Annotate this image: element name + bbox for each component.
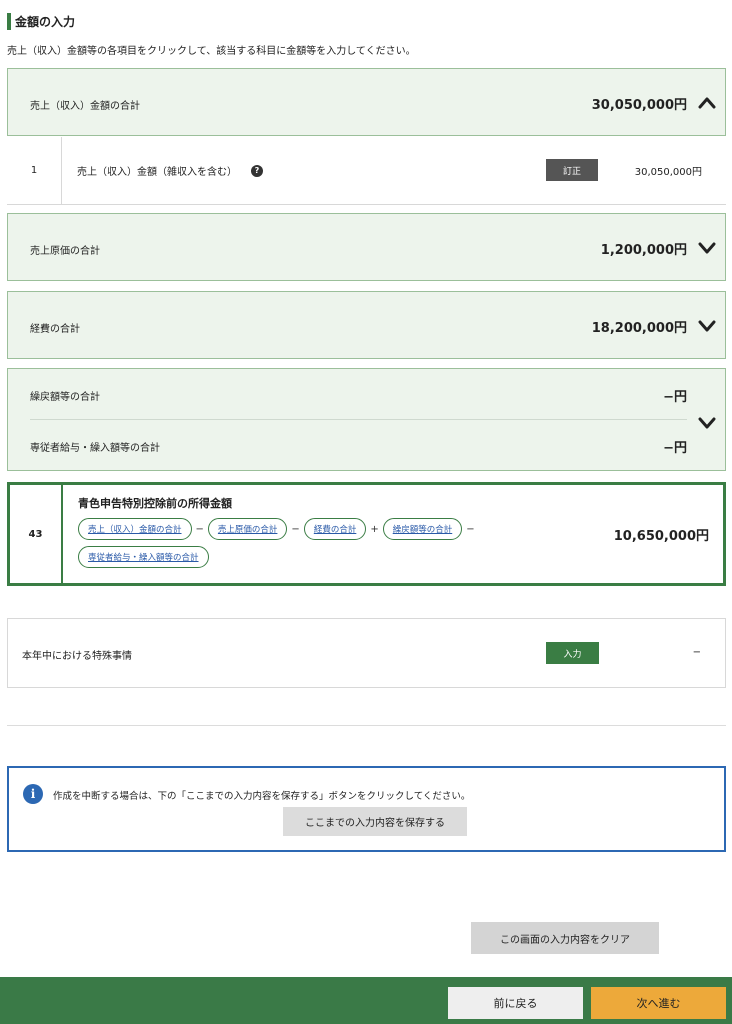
formula-link-sales-total[interactable]: 売上（収入）金額の合計 [78,518,192,540]
title-accent-bar [7,12,11,30]
formula-operator: − [466,523,475,535]
chevron-down-icon[interactable] [697,413,717,433]
section-title-text: 金額の入力 [15,14,76,29]
special-circumstances-value: − [692,647,701,658]
sales-detail-value: 30,050,000円 [634,167,702,178]
formula-link-cost-total[interactable]: 売上原価の合計 [207,518,288,540]
info-icon: i [23,784,43,804]
chevron-down-icon[interactable] [697,238,717,258]
sales-total-label: 売上（収入）金額の合計 [30,101,140,112]
income-total: 10,650,000円 [613,529,709,544]
special-circumstances-label: 本年中における特殊事情 [22,651,132,662]
row-number: 43 [10,485,63,583]
cost-total-label: 売上原価の合計 [30,246,100,257]
section-title: 金額の入力 [7,12,75,30]
sales-detail-row: 1 売上（収入）金額（雑収入を含む） ? 訂正 30,050,000円 [7,137,726,205]
help-icon[interactable]: ? [251,164,263,177]
input-button[interactable]: 入力 [546,642,599,664]
divider [7,725,726,726]
income-before-deduction-box: 43 青色申告特別控除前の所得金額 売上（収入）金額の合計 − 売上原価の合計 … [7,482,726,586]
correct-button[interactable]: 訂正 [546,159,598,181]
back-button[interactable]: 前に戻る [448,987,583,1019]
carryover-panel[interactable]: 繰戻額等の合計 −円 専従者給与・繰入額等の合計 −円 [7,368,726,471]
dependent-salary-amount: −円 [663,441,687,456]
row-number: 1 [7,137,62,204]
save-info-box: i 作成を中断する場合は、下の「ここまでの入力内容を保存する」ボタンをクリックし… [7,766,726,852]
sales-total-panel[interactable]: 売上（収入）金額の合計 30,050,000円 [7,68,726,136]
special-circumstances-row: 本年中における特殊事情 入力 − [7,618,726,688]
next-button[interactable]: 次へ進む [591,987,726,1019]
formula-link-dependent-salary-total[interactable]: 専従者給与・繰入額等の合計 [78,546,209,568]
chevron-down-icon[interactable] [697,316,717,336]
formula-link-expense-total[interactable]: 経費の合計 [303,518,367,540]
income-title: 青色申告特別控除前の所得金額 [78,497,232,510]
sales-total-amount: 30,050,000円 [591,98,687,113]
carryover-amount: −円 [663,390,687,405]
income-formula: 売上（収入）金額の合計 − 売上原価の合計 − 経費の合計 + 繰戻額等の合計 … [78,518,518,568]
cost-total-panel[interactable]: 売上原価の合計 1,200,000円 [7,213,726,281]
info-message: 作成を中断する場合は、下の「ここまでの入力内容を保存する」ボタンをクリックしてく… [53,791,471,802]
instruction-text: 売上（収入）金額等の各項目をクリックして、該当する科目に金額等を入力してください… [7,46,416,57]
formula-operator: − [291,523,300,535]
formula-link-carryover-total[interactable]: 繰戻額等の合計 [382,518,463,540]
cost-total-amount: 1,200,000円 [600,243,687,258]
dependent-salary-label: 専従者給与・繰入額等の合計 [30,443,160,454]
save-progress-button[interactable]: ここまでの入力内容を保存する [283,807,467,836]
clear-inputs-button[interactable]: この画面の入力内容をクリア [471,922,659,954]
formula-operator: + [370,523,379,535]
expense-total-amount: 18,200,000円 [591,321,687,336]
chevron-up-icon[interactable] [697,93,717,113]
expense-total-panel[interactable]: 経費の合計 18,200,000円 [7,291,726,359]
expense-total-label: 経費の合計 [30,324,80,335]
sales-detail-label-wrap: 売上（収入）金額（雑収入を含む） ? [77,163,263,178]
carryover-label: 繰戻額等の合計 [30,392,100,403]
sales-detail-label: 売上（収入）金額（雑収入を含む） [77,167,237,178]
footer-bar: 前に戻る 次へ進む [0,977,732,1024]
panel-divider [30,419,687,420]
formula-operator: − [195,523,204,535]
